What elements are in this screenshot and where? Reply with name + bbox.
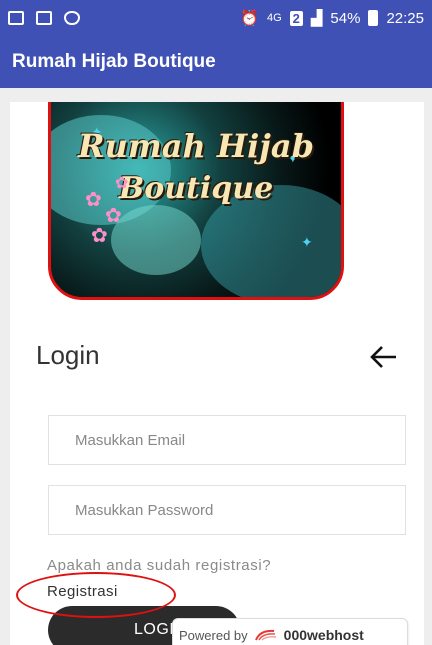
login-card: ✦ ✦ ✦ Rumah Hijab Boutique ✿ ✿ ✿ ✿ Login… xyxy=(10,102,424,645)
battery-level: 54% xyxy=(330,9,361,27)
password-field[interactable] xyxy=(48,485,406,535)
network-type: 4G xyxy=(266,12,282,24)
email-field[interactable] xyxy=(48,415,406,465)
notification-icons xyxy=(8,11,80,25)
app-bar: Rumah Hijab Boutique xyxy=(0,36,432,88)
content-area: ✦ ✦ ✦ Rumah Hijab Boutique ✿ ✿ ✿ ✿ Login… xyxy=(0,88,432,645)
alarm-icon: ⏰ xyxy=(240,10,259,27)
host-name: 000webhost xyxy=(283,627,364,643)
message-icon xyxy=(36,11,52,25)
sim-indicator: 2 xyxy=(289,10,303,26)
app-title: Rumah Hijab Boutique xyxy=(12,51,216,72)
webhost-logo-icon xyxy=(254,629,276,641)
boutique-logo: ✦ ✦ ✦ Rumah Hijab Boutique ✿ ✿ ✿ ✿ xyxy=(48,102,344,300)
butterfly-icon: ✦ xyxy=(301,235,313,251)
clock: 22:25 xyxy=(386,9,424,27)
flower-icon: ✿ xyxy=(115,173,129,192)
flower-icon: ✿ xyxy=(91,223,108,247)
location-icon xyxy=(64,11,80,25)
back-arrow-icon[interactable] xyxy=(368,344,398,370)
status-bar: ⏰ 4G 2 ▟ 54% 22:25 xyxy=(0,0,432,36)
flower-icon: ✿ xyxy=(105,203,122,227)
logo-text-line1: Rumah Hijab xyxy=(78,127,314,165)
gallery-icon xyxy=(8,11,24,25)
battery-icon xyxy=(368,10,379,26)
annotation-ellipse xyxy=(16,572,176,618)
flower-icon: ✿ xyxy=(85,187,102,211)
signal-icon: ▟ xyxy=(310,10,323,27)
powered-by-label: Powered by xyxy=(179,627,248,643)
powered-by-badge[interactable]: Powered by 000webhost xyxy=(172,618,408,645)
system-indicators: ⏰ 4G 2 ▟ 54% 22:25 xyxy=(240,9,424,28)
login-title: Login xyxy=(36,340,100,370)
